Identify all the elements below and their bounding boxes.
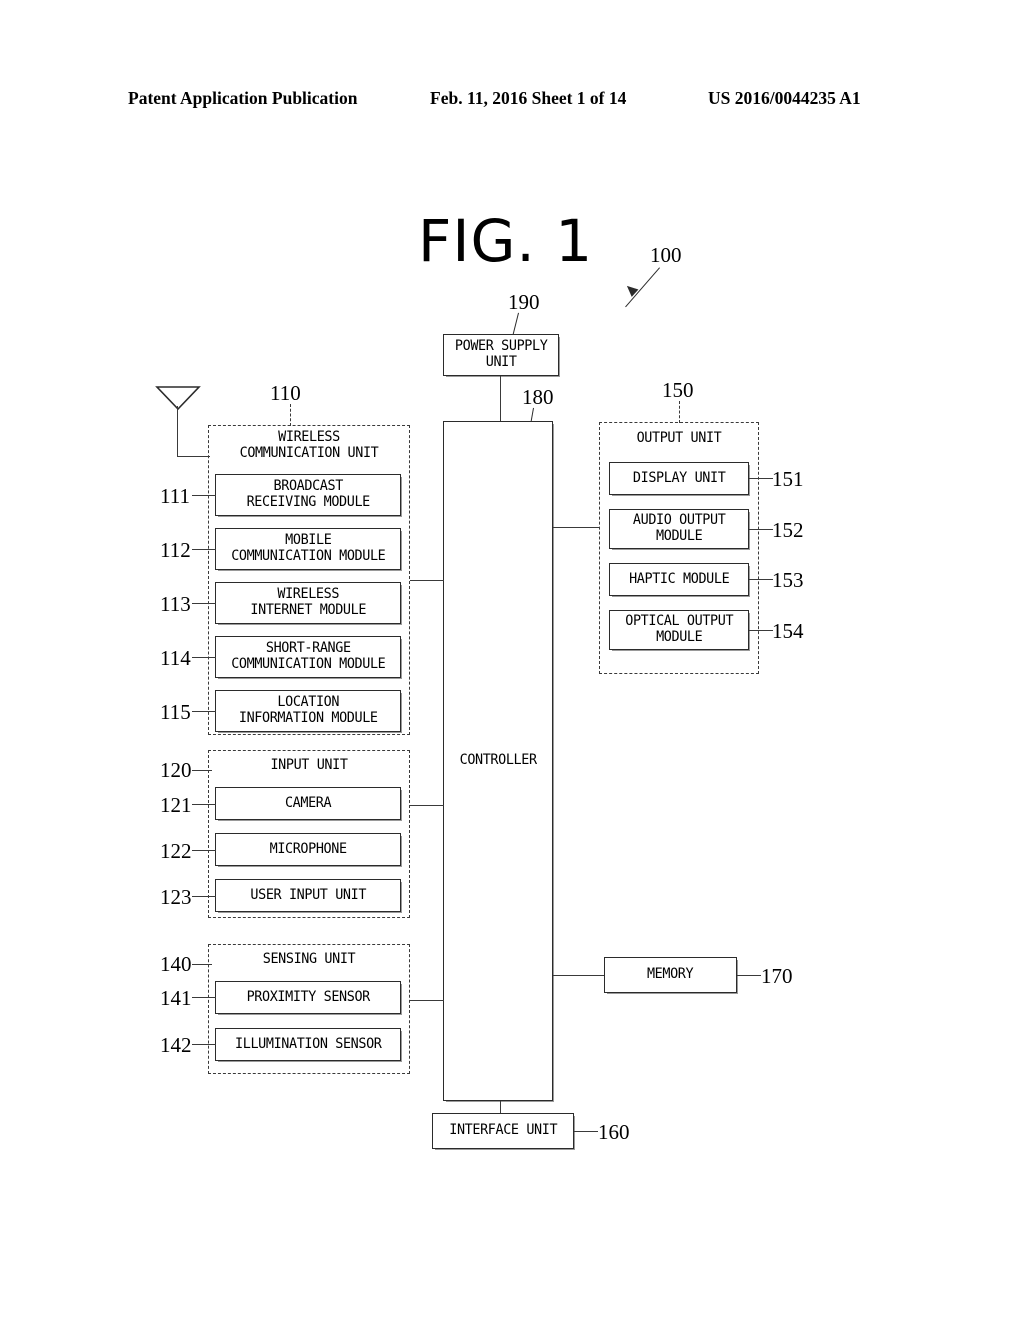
proximity-sensor-block: PROXIMITY SENSOR <box>215 981 401 1014</box>
optical-output-module-label: OPTICAL OUTPUT MODULE <box>625 613 733 645</box>
ref-140-leader <box>192 964 212 966</box>
ref-110-wireless-unit: 110 <box>270 381 301 405</box>
ref-150-leader <box>679 401 680 423</box>
haptic-module-block: HAPTIC MODULE <box>609 563 749 596</box>
ref-112: 112 <box>160 538 191 562</box>
wireless-communication-unit-group <box>208 425 410 735</box>
ref-180-controller: 180 <box>522 385 554 409</box>
ref-153: 153 <box>772 568 804 592</box>
ref-112-leader <box>192 549 216 551</box>
wireless-communication-unit-title: WIRELESS COMMUNICATION UNIT <box>239 429 379 461</box>
header-publication: Patent Application Publication <box>128 88 358 108</box>
header-date-sheet: Feb. 11, 2016 Sheet 1 of 14 <box>430 88 627 108</box>
ref-153-leader <box>749 579 773 581</box>
display-unit-label: DISPLAY UNIT <box>632 469 726 486</box>
haptic-module-label: HAPTIC MODULE <box>628 570 730 587</box>
ref-154: 154 <box>772 619 804 643</box>
ref-111: 111 <box>160 484 190 508</box>
wireless-to-controller-line <box>410 580 444 582</box>
patent-figure-page: Patent Application Publication Feb. 11, … <box>0 0 1024 1320</box>
ref-111-leader <box>192 495 216 497</box>
ref-160-leader <box>574 1131 598 1133</box>
optical-output-module-block: OPTICAL OUTPUT MODULE <box>609 610 749 650</box>
ref-170-leader <box>737 975 761 977</box>
sensing-to-controller-line <box>410 1000 444 1002</box>
ref-123-leader <box>192 896 216 898</box>
input-unit-title: INPUT UNIT <box>270 757 348 773</box>
broadcast-receiving-module-label: BROADCAST RECEIVING MODULE <box>246 478 370 510</box>
ref-113-leader <box>192 603 216 605</box>
ref-100-device: 100 <box>650 243 682 267</box>
mobile-communication-module-label: MOBILE COMMUNICATION MODULE <box>230 532 386 564</box>
ref-115-leader <box>192 711 216 713</box>
controller-label: CONTROLLER <box>459 752 537 769</box>
ref-123: 123 <box>160 885 192 909</box>
ref-120-input-unit: 120 <box>160 758 192 782</box>
ref-115: 115 <box>160 700 191 724</box>
ref-160: 160 <box>598 1120 630 1144</box>
ref-170: 170 <box>761 964 793 988</box>
memory-label: MEMORY <box>647 966 694 983</box>
microphone-block: MICROPHONE <box>215 833 401 866</box>
page-header: Patent Application Publication Feb. 11, … <box>0 88 1024 114</box>
proximity-sensor-label: PROXIMITY SENSOR <box>246 988 370 1005</box>
antenna-to-wireless-line <box>177 456 210 458</box>
ref-122: 122 <box>160 839 192 863</box>
mobile-communication-module-block: MOBILE COMMUNICATION MODULE <box>215 528 401 570</box>
header-publication-number: US 2016/0044235 A1 <box>708 88 861 108</box>
ref-142-leader <box>192 1044 216 1046</box>
output-unit-title: OUTPUT UNIT <box>636 430 722 446</box>
controller-block: CONTROLLER <box>443 421 553 1101</box>
ref-141-leader <box>192 997 216 999</box>
power-to-controller-line <box>500 376 502 421</box>
ref-114: 114 <box>160 646 191 670</box>
ref-121: 121 <box>160 793 192 817</box>
sensing-unit-title: SENSING UNIT <box>262 951 356 967</box>
ref-142: 142 <box>160 1033 192 1057</box>
ref-152-leader <box>749 529 773 531</box>
ref-151-leader <box>749 478 773 480</box>
interface-unit-label: INTERFACE UNIT <box>449 1122 557 1139</box>
illumination-sensor-label: ILLUMINATION SENSOR <box>234 1035 382 1052</box>
location-information-module-label: LOCATION INFORMATION MODULE <box>238 694 378 726</box>
illumination-sensor-block: ILLUMINATION SENSOR <box>215 1028 401 1061</box>
short-range-communication-module-block: SHORT-RANGE COMMUNICATION MODULE <box>215 636 401 678</box>
camera-label: CAMERA <box>284 794 332 811</box>
ref-122-leader <box>192 850 216 852</box>
audio-output-module-block: AUDIO OUTPUT MODULE <box>609 509 749 549</box>
power-supply-unit-label: POWER SUPPLY UNIT <box>454 338 548 370</box>
wireless-internet-module-label: WIRELESS INTERNET MODULE <box>250 586 366 618</box>
display-unit-block: DISPLAY UNIT <box>609 462 749 495</box>
controller-to-memory-line <box>553 975 604 977</box>
ref-154-leader <box>749 630 773 632</box>
ref-121-leader <box>192 804 216 806</box>
user-input-unit-label: USER INPUT UNIT <box>250 886 366 903</box>
ref-141: 141 <box>160 986 192 1010</box>
memory-block: MEMORY <box>604 957 737 993</box>
location-information-module-block: LOCATION INFORMATION MODULE <box>215 690 401 732</box>
camera-block: CAMERA <box>215 787 401 820</box>
interface-unit-block: INTERFACE UNIT <box>432 1113 574 1149</box>
ref-114-leader <box>192 657 216 659</box>
user-input-unit-block: USER INPUT UNIT <box>215 879 401 912</box>
broadcast-receiving-module-block: BROADCAST RECEIVING MODULE <box>215 474 401 516</box>
ref-110-leader <box>290 404 291 426</box>
ref-151: 151 <box>772 467 804 491</box>
ref-140-sensing-unit: 140 <box>160 952 192 976</box>
ref-150-output-unit: 150 <box>662 378 694 402</box>
input-to-controller-line <box>410 805 444 807</box>
controller-to-output-line <box>553 527 599 529</box>
ref-113: 113 <box>160 592 191 616</box>
ref-120-leader <box>192 770 212 772</box>
audio-output-module-label: AUDIO OUTPUT MODULE <box>632 512 726 544</box>
wireless-internet-module-block: WIRELESS INTERNET MODULE <box>215 582 401 624</box>
ref-190-power-supply: 190 <box>508 290 540 314</box>
short-range-communication-module-label: SHORT-RANGE COMMUNICATION MODULE <box>230 640 386 672</box>
microphone-label: MICROPHONE <box>269 840 347 857</box>
ref-152: 152 <box>772 518 804 542</box>
figure-title: FIG. 1 <box>418 207 594 275</box>
antenna-stem-line <box>177 406 179 457</box>
power-supply-unit-block: POWER SUPPLY UNIT <box>443 334 559 376</box>
